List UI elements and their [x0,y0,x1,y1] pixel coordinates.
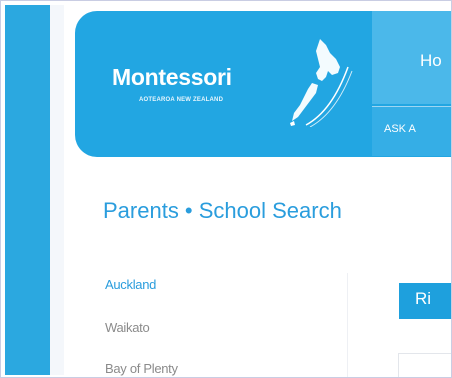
region-link-bay-of-plenty[interactable]: Bay of Plenty [105,361,178,376]
results-panel [398,353,451,377]
nav-ask-label[interactable]: ASK A [384,123,451,135]
browser-frame: Ho ASK A Montessori AOTEAROA NEW ZEALAND… [0,0,452,378]
region-link-waikato[interactable]: Waikato [105,320,150,335]
left-stripe-edge [50,5,64,375]
logo-tagline: AOTEAROA NEW ZEALAND [139,97,224,103]
nav-home-label[interactable]: Ho [420,51,451,71]
region-link-auckland[interactable]: Auckland [105,277,156,292]
results-tab-label[interactable]: Ri [415,289,451,309]
column-divider [347,273,348,377]
page-title: Parents • School Search [103,198,342,223]
new-zealand-map-icon [290,39,353,127]
left-accent-stripe [5,5,50,375]
logo-wordmark[interactable]: Montessori [112,64,232,91]
